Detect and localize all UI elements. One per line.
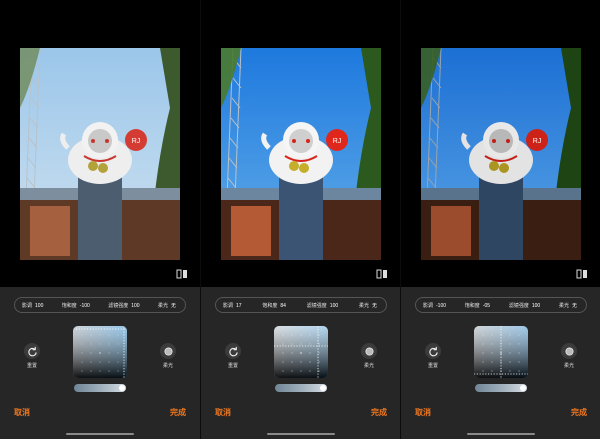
- editor-controls: 影调 100 饱和度 -100 滤镜强度 100 柔光无 重置 柔光 取消 完成: [0, 287, 200, 439]
- editor-controls: 影调 17 饱和度 84 滤镜强度 100 柔光无 重置 柔光 取消 完成: [201, 287, 400, 439]
- params-summary: 影调 -100 饱和度 -05 滤镜强度 100 柔光无: [415, 297, 587, 313]
- reset-rotate-icon: [24, 343, 40, 359]
- soft-light-label: 柔光: [162, 363, 173, 369]
- soft-light-label: 柔光: [363, 363, 374, 369]
- intensity-slider[interactable]: [275, 384, 327, 392]
- param-item: 柔光无: [157, 302, 176, 309]
- cancel-button[interactable]: 取消: [215, 407, 231, 418]
- home-indicator: [66, 433, 134, 435]
- cancel-button[interactable]: 取消: [415, 407, 431, 418]
- reset-button[interactable]: 重置: [420, 343, 446, 369]
- done-button[interactable]: 完成: [371, 407, 387, 418]
- intensity-slider[interactable]: [74, 384, 126, 392]
- home-indicator: [467, 433, 535, 435]
- param-item: 饱和度 -05: [464, 302, 491, 309]
- svg-text:RJ: RJ: [132, 138, 141, 145]
- photo-image: RJ: [20, 48, 180, 260]
- photo-image: RJ: [221, 48, 381, 260]
- soft-light-circle-icon: [561, 343, 577, 359]
- param-item: 柔光无: [358, 302, 377, 309]
- editor-panel-3: RJ 影调 -100 饱和度 -05 滤镜强度 100 柔光无 重置 柔光 取消…: [400, 0, 600, 439]
- editor-panel-2: RJ 影调 17 饱和度 84 滤镜强度 100 柔光无 重置 柔光 取消 完成: [200, 0, 400, 439]
- reset-label: 重置: [227, 363, 238, 369]
- param-item: 饱和度 84: [262, 302, 286, 309]
- param-item: 滤镜强度 100: [108, 302, 140, 309]
- intensity-slider[interactable]: [475, 384, 527, 392]
- tone-saturation-grid[interactable]: [274, 326, 328, 378]
- soft-light-circle-icon: [361, 343, 377, 359]
- slider-knob[interactable]: [119, 385, 125, 391]
- param-item: 影调 -100: [423, 302, 447, 309]
- photo-preview: RJ: [421, 48, 581, 260]
- reset-button[interactable]: 重置: [220, 343, 246, 369]
- soft-light-circle-icon: [160, 343, 176, 359]
- photo-preview: RJ: [20, 48, 180, 260]
- cancel-button[interactable]: 取消: [14, 407, 30, 418]
- reset-rotate-icon: [425, 343, 441, 359]
- param-item: 影调 17: [223, 302, 242, 309]
- slider-knob[interactable]: [320, 385, 326, 391]
- soft-light-button[interactable]: 柔光: [556, 343, 582, 369]
- photo-preview: RJ: [221, 48, 381, 260]
- reset-label: 重置: [427, 363, 438, 369]
- editor-panel-1: RJ 影调 100 饱和度 -100 滤镜强度 100 柔光无 重置 柔光 取消…: [0, 0, 200, 439]
- soft-light-button[interactable]: 柔光: [155, 343, 181, 369]
- editor-controls: 影调 -100 饱和度 -05 滤镜强度 100 柔光无 重置 柔光 取消 完成: [401, 287, 600, 439]
- reset-rotate-icon: [225, 343, 241, 359]
- compare-icon[interactable]: [376, 268, 388, 280]
- svg-text:RJ: RJ: [333, 138, 342, 145]
- comparison-strip: RJ 影调 100 饱和度 -100 滤镜强度 100 柔光无 重置 柔光 取消…: [0, 0, 600, 439]
- tone-saturation-grid[interactable]: [73, 326, 127, 378]
- param-item: 滤镜强度 100: [306, 302, 339, 309]
- param-item: 影调 100: [22, 302, 44, 309]
- reset-label: 重置: [26, 363, 37, 369]
- param-item: 滤镜强度 100: [508, 302, 541, 309]
- svg-text:RJ: RJ: [533, 138, 542, 145]
- param-item: 饱和度 -100: [61, 302, 90, 309]
- compare-icon[interactable]: [576, 268, 588, 280]
- slider-knob[interactable]: [520, 385, 526, 391]
- done-button[interactable]: 完成: [170, 407, 186, 418]
- reset-button[interactable]: 重置: [19, 343, 45, 369]
- tone-saturation-grid[interactable]: [474, 326, 528, 378]
- home-indicator: [267, 433, 335, 435]
- params-summary: 影调 17 饱和度 84 滤镜强度 100 柔光无: [215, 297, 387, 313]
- params-summary: 影调 100 饱和度 -100 滤镜强度 100 柔光无: [14, 297, 186, 313]
- compare-icon[interactable]: [176, 268, 188, 280]
- soft-light-label: 柔光: [563, 363, 574, 369]
- soft-light-button[interactable]: 柔光: [356, 343, 382, 369]
- param-item: 柔光无: [558, 302, 577, 309]
- photo-image: RJ: [421, 48, 581, 260]
- done-button[interactable]: 完成: [571, 407, 587, 418]
